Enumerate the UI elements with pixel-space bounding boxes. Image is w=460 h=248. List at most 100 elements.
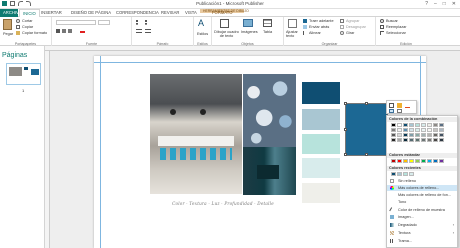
- more-fill-colors-item[interactable]: Más colores de relleno...: [387, 185, 457, 191]
- texture-item[interactable]: Textura ›: [387, 230, 457, 236]
- group-button[interactable]: Agrupar: [346, 19, 360, 23]
- close-button[interactable]: ✕: [452, 1, 456, 7]
- replace-button[interactable]: Reemplazar: [386, 25, 406, 29]
- replace-icon[interactable]: [380, 25, 384, 29]
- page-thumbnail[interactable]: 1: [6, 63, 41, 93]
- theme-shade[interactable]: [391, 133, 396, 137]
- theme-shade[interactable]: [433, 138, 438, 142]
- ungroup-icon[interactable]: [340, 25, 344, 29]
- pictures-icon[interactable]: [243, 19, 253, 27]
- swatch-cream[interactable]: [302, 183, 340, 203]
- theme-shade[interactable]: [421, 138, 426, 142]
- theme-color[interactable]: [427, 123, 432, 127]
- theme-tint[interactable]: [427, 128, 432, 132]
- theme-color[interactable]: [415, 123, 420, 127]
- swatch-light[interactable]: [302, 158, 340, 178]
- styles-button[interactable]: Estilos: [197, 32, 208, 36]
- bring-forward-button[interactable]: Traer adelante: [309, 19, 334, 23]
- resize-handle[interactable]: [344, 153, 347, 156]
- teal-room-photo[interactable]: [243, 147, 296, 195]
- swatch-navy[interactable]: [302, 82, 340, 104]
- bold-icon[interactable]: [56, 29, 60, 33]
- rotate-icon[interactable]: [340, 31, 344, 35]
- sample-fill-item[interactable]: Color de relleno de muestra: [387, 207, 457, 213]
- textbox-icon[interactable]: [220, 19, 229, 28]
- wrap-text-icon[interactable]: [288, 19, 297, 28]
- gradient-item[interactable]: Degradado ›: [387, 222, 457, 228]
- theme-shade[interactable]: [391, 138, 396, 142]
- theme-tint[interactable]: [397, 128, 402, 132]
- italic-icon[interactable]: [62, 29, 66, 33]
- copy-button[interactable]: Copiar: [22, 25, 33, 29]
- picture-fill-item[interactable]: Imagen...: [387, 214, 457, 220]
- theme-tint[interactable]: [421, 128, 426, 132]
- styles-icon[interactable]: A: [198, 19, 207, 28]
- resize-handle[interactable]: [344, 128, 347, 131]
- maximize-button[interactable]: □: [443, 1, 446, 7]
- bring-forward-icon[interactable]: [303, 19, 307, 23]
- cut-icon[interactable]: [16, 19, 20, 23]
- theme-shade[interactable]: [421, 133, 426, 137]
- underline-icon[interactable]: [68, 29, 72, 33]
- tab-home[interactable]: INICIO: [19, 9, 40, 17]
- tab-page-design[interactable]: DISEÑO DE PÁGINA: [68, 9, 114, 17]
- theme-shade[interactable]: [427, 138, 432, 142]
- theme-tint[interactable]: [415, 128, 420, 132]
- swatch-aqua[interactable]: [302, 134, 340, 154]
- select-button[interactable]: Seleccionar: [386, 31, 406, 35]
- theme-tint[interactable]: [391, 128, 396, 132]
- send-backward-icon[interactable]: [303, 25, 307, 29]
- table-icon[interactable]: [263, 19, 272, 27]
- theme-shade[interactable]: [409, 133, 414, 137]
- tab-file[interactable]: ARCHIVO: [0, 9, 22, 17]
- no-fill-item[interactable]: Sin relleno: [387, 178, 457, 184]
- resize-handle[interactable]: [365, 153, 368, 156]
- theme-color[interactable]: [397, 123, 402, 127]
- align-left-icon[interactable]: [136, 29, 142, 33]
- standard-color[interactable]: [439, 159, 444, 163]
- theme-color[interactable]: [439, 123, 444, 127]
- tab-insert[interactable]: INSERTAR: [38, 9, 65, 17]
- help-button[interactable]: ?: [425, 1, 428, 7]
- resize-handle[interactable]: [365, 102, 368, 105]
- draw-textbox-button[interactable]: Dibujar cuadro de texto: [214, 30, 239, 38]
- theme-tint[interactable]: [403, 128, 408, 132]
- theme-shade[interactable]: [439, 138, 444, 142]
- recent-color[interactable]: [391, 172, 396, 176]
- recent-color[interactable]: [403, 172, 408, 176]
- recent-color[interactable]: [409, 172, 414, 176]
- theme-color[interactable]: [409, 123, 414, 127]
- theme-shade[interactable]: [415, 133, 420, 137]
- swatch-mist[interactable]: [302, 109, 340, 130]
- standard-color[interactable]: [421, 159, 426, 163]
- tab-review[interactable]: REVISAR: [158, 9, 182, 17]
- shape-outline-icon[interactable]: [397, 109, 402, 113]
- align-icon[interactable]: [303, 31, 307, 35]
- find-button[interactable]: Buscar: [386, 19, 398, 23]
- theme-tint[interactable]: [433, 128, 438, 132]
- tab-view[interactable]: VISTA: [182, 9, 200, 17]
- pictures-button[interactable]: Imágenes: [241, 30, 258, 34]
- kitchen-photo[interactable]: [150, 74, 242, 194]
- tint-item[interactable]: Tono: [387, 199, 457, 205]
- table-button[interactable]: Tabla: [263, 30, 272, 34]
- find-icon[interactable]: [380, 19, 384, 23]
- align-button[interactable]: Alinear: [309, 31, 321, 35]
- more-shade-colors-item[interactable]: Más colores de relleno de fon...: [387, 192, 457, 198]
- font-size-box[interactable]: [98, 20, 110, 25]
- theme-tint[interactable]: [409, 128, 414, 132]
- cut-button[interactable]: Cortar: [22, 19, 33, 23]
- theme-shade[interactable]: [433, 133, 438, 137]
- tab-format[interactable]: FORMATO: [209, 9, 236, 17]
- shape-styles-icon[interactable]: [389, 103, 394, 108]
- format-painter-icon[interactable]: [16, 31, 20, 35]
- theme-color[interactable]: [391, 123, 396, 127]
- copy-icon[interactable]: [16, 25, 20, 29]
- standard-color[interactable]: [433, 159, 438, 163]
- standard-color[interactable]: [415, 159, 420, 163]
- send-backward-button[interactable]: Enviar atrás: [309, 25, 329, 29]
- theme-shade[interactable]: [403, 133, 408, 137]
- theme-shade[interactable]: [415, 138, 420, 142]
- theme-shade[interactable]: [439, 133, 444, 137]
- bullets-icon[interactable]: [136, 20, 142, 25]
